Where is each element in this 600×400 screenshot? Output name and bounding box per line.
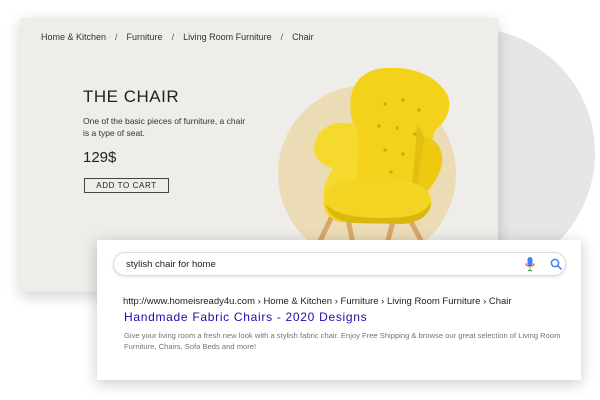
product-description: One of the basic pieces of furniture, a … <box>83 116 246 138</box>
chair-image <box>308 67 450 263</box>
product-title: THE CHAIR <box>83 87 180 106</box>
search-results-panel: http://www.homeisready4u.com › Home & Ki… <box>97 240 581 380</box>
magnifier-icon[interactable] <box>550 258 562 270</box>
breadcrumb-living-room-furniture[interactable]: Living Room Furniture <box>183 32 272 42</box>
add-to-cart-button[interactable]: ADD TO CART <box>84 178 169 193</box>
breadcrumb-furniture[interactable]: Furniture <box>127 32 163 42</box>
breadcrumb-separator: / <box>280 32 284 42</box>
product-price: 129$ <box>83 149 117 166</box>
breadcrumb-home-kitchen[interactable]: Home & Kitchen <box>41 32 106 42</box>
breadcrumb-separator: / <box>171 32 175 42</box>
result-url: http://www.homeisready4u.com › Home & Ki… <box>123 296 512 307</box>
mic-icon[interactable] <box>525 257 535 272</box>
breadcrumb-separator: / <box>115 32 118 42</box>
result-snippet: Give your living room a fresh new look w… <box>124 331 561 351</box>
search-bar[interactable] <box>113 252 566 276</box>
search-input[interactable] <box>126 256 486 272</box>
result-title-link[interactable]: Handmade Fabric Chairs - 2020 Designs <box>124 310 367 324</box>
breadcrumb-chair[interactable]: Chair <box>292 32 314 42</box>
breadcrumb: Home & Kitchen / Furniture / Living Room Fur… <box>41 32 314 42</box>
